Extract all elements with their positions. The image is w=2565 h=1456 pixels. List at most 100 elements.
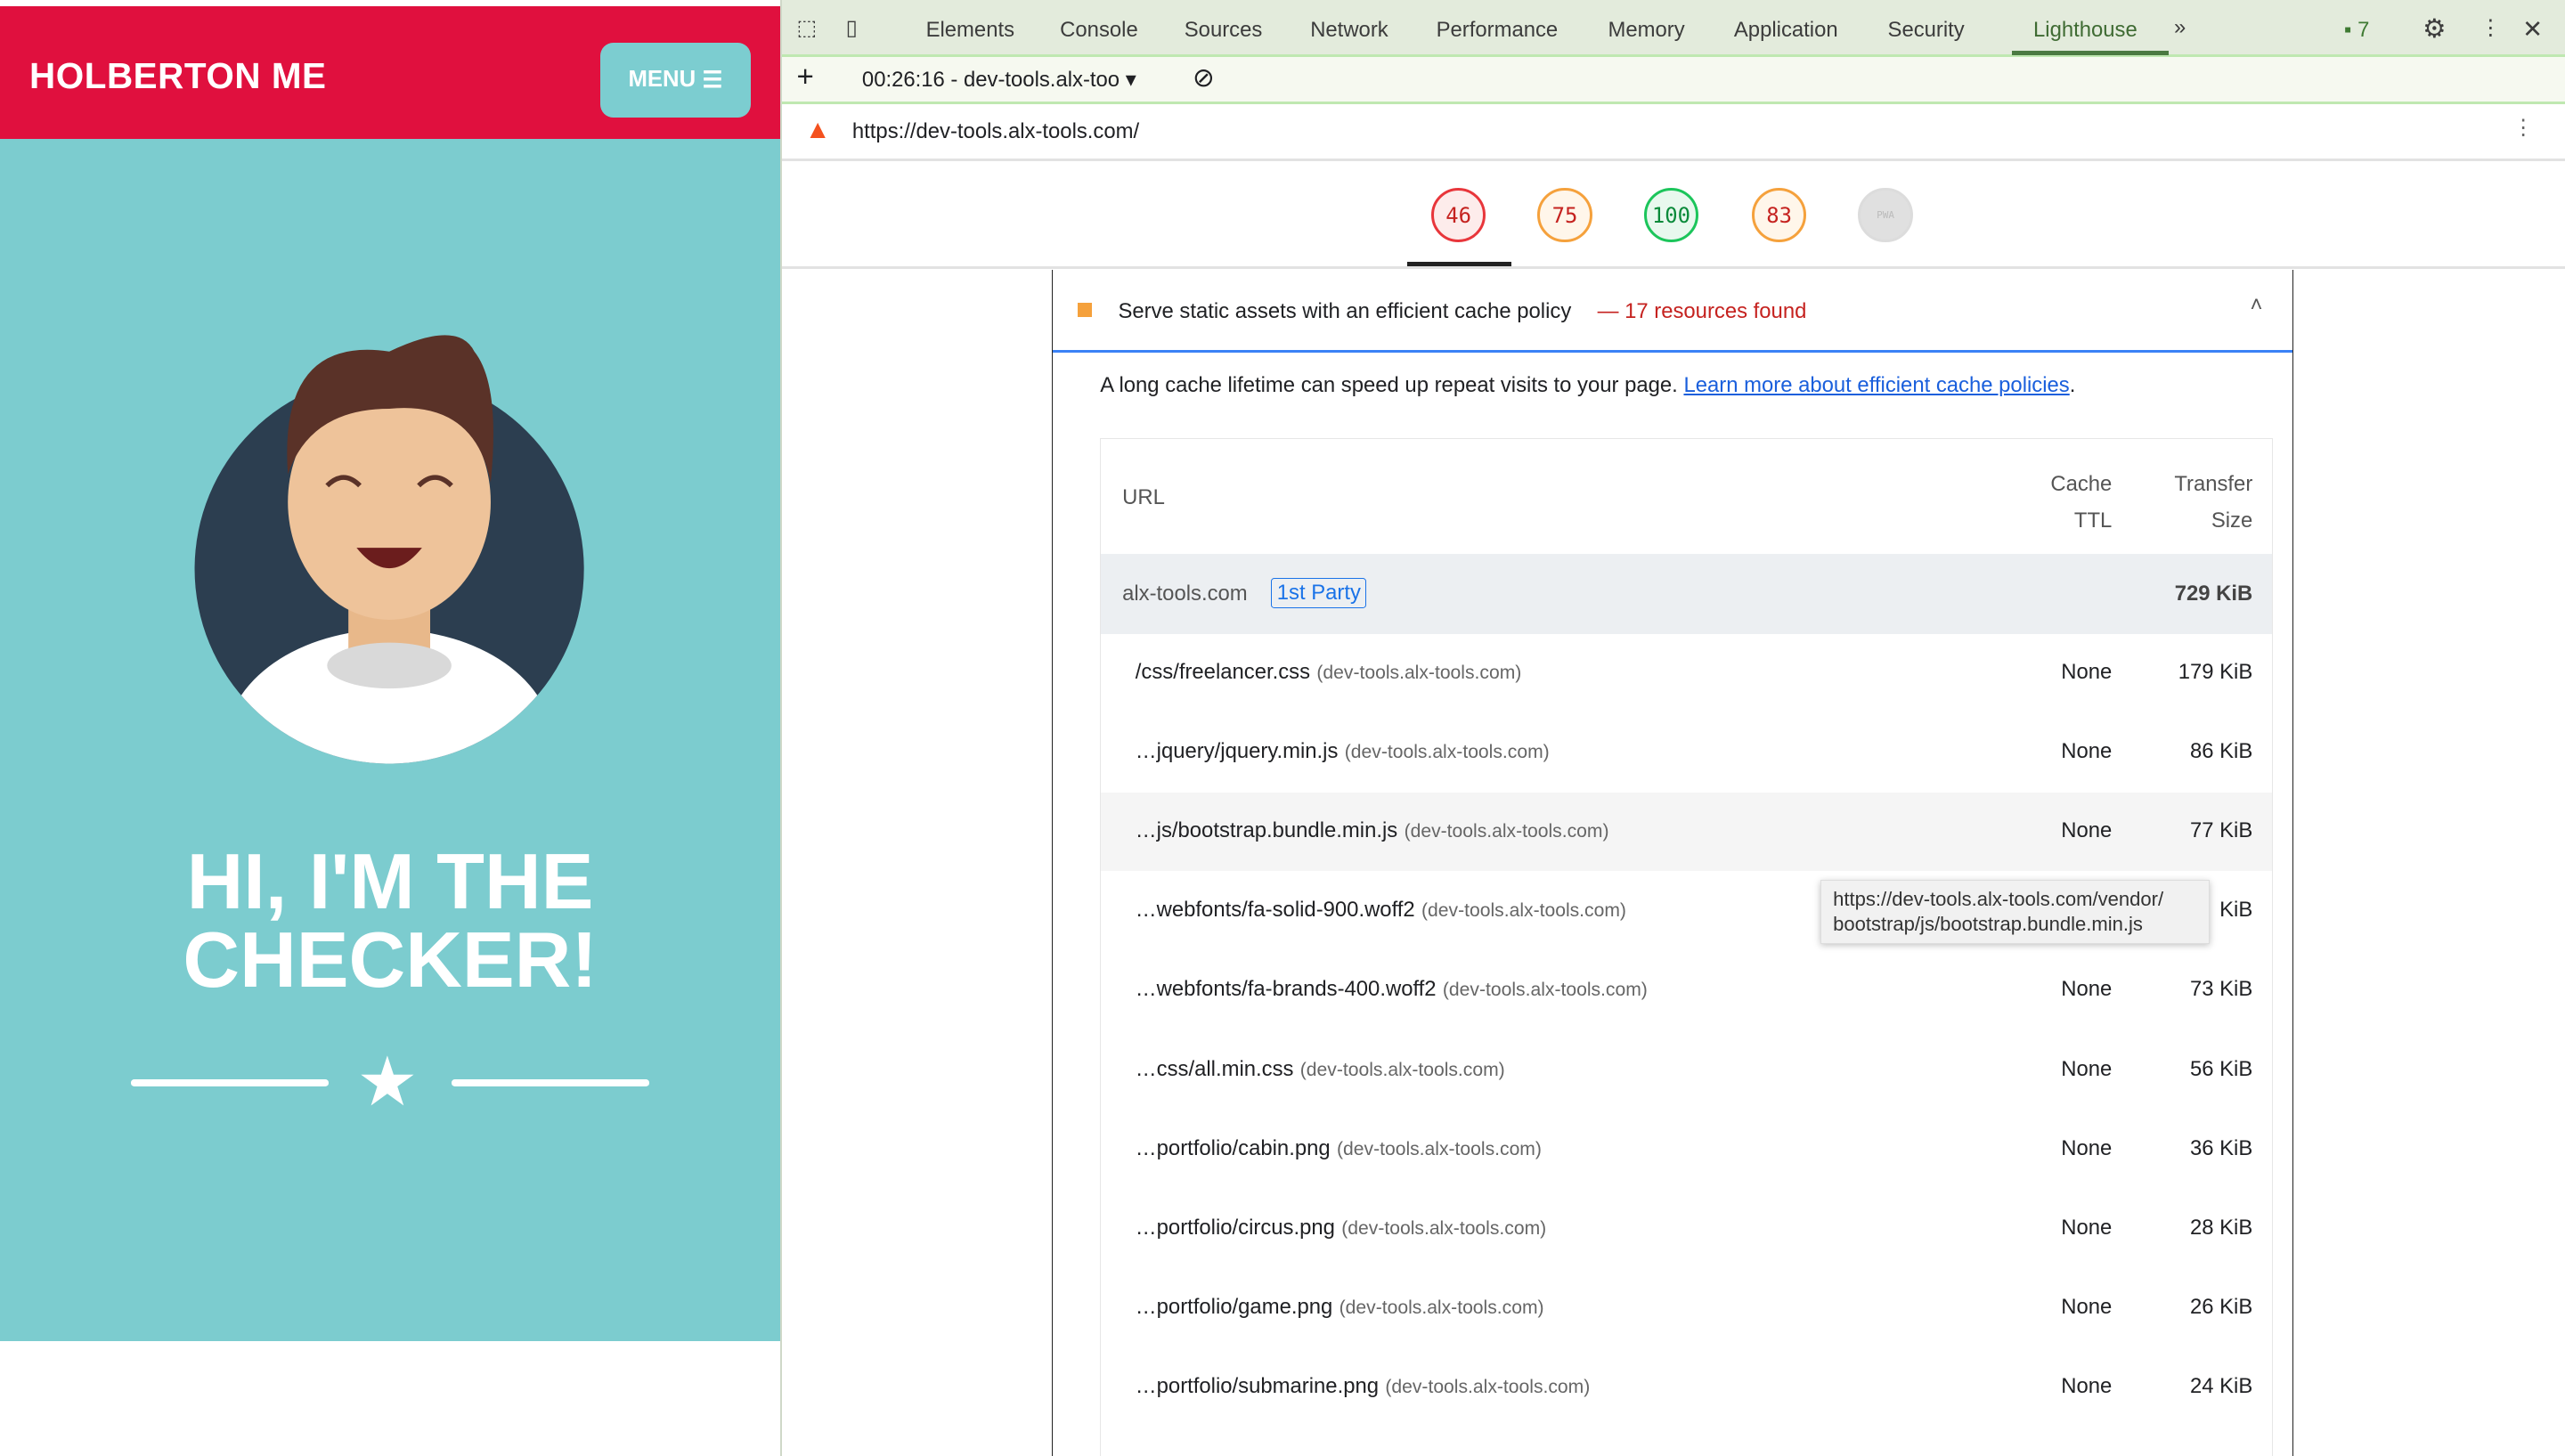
table-row: …js/bootstrap.bundle.min.js (dev-tools.al…: [1101, 792, 2273, 872]
lighthouse-logo-icon: ▲: [804, 114, 831, 144]
resource-host: (dev-tools.alx-tools.com): [1344, 742, 1550, 763]
collapse-chevron-icon[interactable]: ˄: [2250, 293, 2262, 318]
score-gauge[interactable]: 75: [1537, 188, 1592, 243]
tab-sources[interactable]: Sources: [1185, 18, 1263, 43]
transfer-size: 86 KiB: [2189, 739, 2253, 764]
score-gauges: 46 75 100 83 PWA: [781, 162, 2565, 270]
resource-url[interactable]: /css/freelancer.css (dev-tools.alx-tools.…: [1136, 660, 1522, 685]
table-row: …portfolio/submarine.png (dev-tools.alx-t…: [1101, 1348, 2272, 1427]
table-row: /css/freelancer.css (dev-tools.alx-tools.…: [1101, 634, 2272, 712]
avatar-image: [194, 335, 584, 764]
star-icon: ★: [356, 1044, 419, 1121]
transfer-size: 73 KiB: [2189, 977, 2253, 1002]
group-row: alx-tools.com 1st Party 729 KiB: [1101, 553, 2273, 634]
website-preview: HOLBERTON ME MENU ☰ HI, I'M THE CHECKER!…: [0, 0, 781, 1456]
device-toolbar-icon[interactable]: ▯: [846, 15, 858, 41]
table-row: …portfolio/game.png (dev-tools.alx-tools.…: [1101, 1268, 2272, 1346]
score-gauge[interactable]: PWA: [1858, 188, 1913, 243]
new-report-plus-icon[interactable]: +: [796, 61, 813, 94]
clear-icon[interactable]: ⊘: [1193, 62, 1215, 94]
tab-lighthouse[interactable]: Lighthouse: [2033, 18, 2138, 43]
tab-console[interactable]: Console: [1060, 18, 1138, 43]
resource-url[interactable]: …jquery/jquery.min.js (dev-tools.alx-tool…: [1136, 739, 1550, 764]
col-transfer-size: Transfer Size: [2174, 472, 2253, 533]
resource-url[interactable]: …portfolio/submarine.png (dev-tools.alx-t…: [1136, 1374, 1591, 1399]
transfer-size: 179 KiB: [2178, 660, 2253, 685]
table-row: …portfolio/cabin.png (dev-tools.alx-tools…: [1101, 1110, 2272, 1188]
score-gauge[interactable]: 46: [1431, 188, 1486, 243]
resource-url[interactable]: …webfonts/fa-solid-900.woff2 (dev-tools.a…: [1136, 898, 1626, 923]
tab-performance[interactable]: Performance: [1437, 18, 1559, 43]
inspect-element-icon[interactable]: ⬚: [796, 15, 817, 41]
resource-host: (dev-tools.alx-tools.com): [1339, 1297, 1544, 1318]
transfer-size: 26 KiB: [2189, 1294, 2253, 1319]
tab-elements[interactable]: Elements: [926, 18, 1014, 43]
resource-url[interactable]: …js/bootstrap.bundle.min.js (dev-tools.al…: [1136, 818, 1609, 843]
settings-gear-icon[interactable]: ⚙: [2422, 13, 2446, 45]
resource-host: (dev-tools.alx-tools.com): [1337, 1138, 1542, 1159]
cache-ttl: None: [2061, 660, 2113, 685]
more-tabs-icon[interactable]: »: [2174, 15, 2186, 40]
resource-url[interactable]: …portfolio/game.png (dev-tools.alx-tools.…: [1136, 1295, 1544, 1320]
audit-description: A long cache lifetime can speed up repea…: [1100, 372, 2076, 397]
table-header: URL Cache TTL Transfer Size: [1101, 439, 2272, 554]
table-row: …portfolio/circus.png (dev-tools.alx-tool…: [1101, 1189, 2272, 1267]
col-cache-ttl: Cache TTL: [2050, 472, 2113, 533]
report-url[interactable]: https://dev-tools.alx-tools.com/: [852, 119, 1139, 144]
divider-line-right: [451, 1079, 650, 1086]
transfer-size: 28 KiB: [2189, 1215, 2253, 1240]
resource-host: (dev-tools.alx-tools.com): [1341, 1217, 1547, 1239]
more-options-icon[interactable]: ⋮: [2480, 15, 2501, 41]
transfer-size: 77 KiB: [2189, 818, 2253, 843]
warning-square-icon: [1077, 302, 1093, 318]
issues-icon[interactable]: ▪ 7: [2344, 18, 2369, 43]
report-selector[interactable]: 00:26:16 - dev-tools.alx-too ▾: [862, 67, 1136, 93]
table-row: …jquery/jquery.min.js (dev-tools.alx-tool…: [1101, 713, 2272, 792]
cache-ttl: None: [2061, 818, 2113, 843]
transfer-size: 36 KiB: [2189, 1135, 2253, 1160]
transfer-size: KiB: [2219, 898, 2253, 923]
cache-ttl: None: [2061, 739, 2113, 764]
audit-title: Serve static assets with an efficient ca…: [1118, 299, 1572, 324]
first-party-badge: 1st Party: [1271, 578, 1367, 608]
col-url: URL: [1122, 484, 1165, 509]
resource-host: (dev-tools.alx-tools.com): [1442, 980, 1648, 1001]
audit-card: Serve static assets with an efficient ca…: [1051, 270, 2294, 1456]
tab-application[interactable]: Application: [1734, 18, 1838, 43]
cache-ttl: None: [2061, 1373, 2113, 1398]
resource-host: (dev-tools.alx-tools.com): [1316, 663, 1522, 684]
score-gauge[interactable]: 100: [1643, 188, 1698, 243]
resources-table: URL Cache TTL Transfer Size alx-tools.com …: [1100, 438, 2274, 1456]
cache-ttl: None: [2061, 1056, 2113, 1081]
menu-button[interactable]: MENU ☰: [600, 42, 752, 118]
audit-header[interactable]: Serve static assets with an efficient ca…: [1052, 270, 2293, 354]
table-row: …webfonts/fa-brands-400.woff2 (dev-tools.…: [1101, 951, 2272, 1029]
resource-host: (dev-tools.alx-tools.com): [1299, 1059, 1505, 1080]
learn-more-link[interactable]: Learn more about efficient cache policie…: [1683, 373, 2069, 397]
active-tab-indicator: [2012, 50, 2170, 56]
devtools-panel: ⬚ ▯ Elements Console Sources Network Per…: [781, 0, 2565, 1456]
audit-summary: — 17 resources found: [1597, 299, 1807, 324]
tab-security[interactable]: Security: [1888, 18, 1965, 43]
lighthouse-toolbar: + 00:26:16 - dev-tools.alx-too ▾ ⊘: [781, 57, 2565, 104]
report-menu-icon[interactable]: ⋮: [2512, 115, 2534, 141]
transfer-size: 56 KiB: [2189, 1056, 2253, 1081]
site-navbar: HOLBERTON ME MENU ☰: [0, 6, 781, 140]
cache-ttl: None: [2061, 977, 2113, 1002]
score-gauge[interactable]: 83: [1752, 188, 1807, 243]
site-brand[interactable]: HOLBERTON ME: [29, 55, 326, 97]
hero-section: HI, I'M THE CHECKER! ★: [0, 139, 781, 1342]
resource-url[interactable]: …portfolio/cabin.png (dev-tools.alx-tools…: [1136, 1136, 1542, 1161]
hamburger-icon: ☰: [702, 67, 723, 93]
group-size: 729 KiB: [2174, 582, 2253, 606]
resource-url[interactable]: …portfolio/circus.png (dev-tools.alx-tool…: [1136, 1216, 1546, 1240]
resource-url[interactable]: …webfonts/fa-brands-400.woff2 (dev-tools.…: [1136, 977, 1648, 1002]
menu-label: MENU: [628, 67, 696, 93]
close-icon[interactable]: ✕: [2522, 15, 2543, 44]
cache-ttl: None: [2061, 1135, 2113, 1160]
tab-network[interactable]: Network: [1310, 18, 1388, 43]
active-gauge-indicator: [1406, 261, 1512, 267]
transfer-size: 24 KiB: [2189, 1373, 2253, 1398]
tab-memory[interactable]: Memory: [1608, 18, 1684, 43]
resource-url[interactable]: …css/all.min.css (dev-tools.alx-tools.com…: [1136, 1057, 1505, 1082]
